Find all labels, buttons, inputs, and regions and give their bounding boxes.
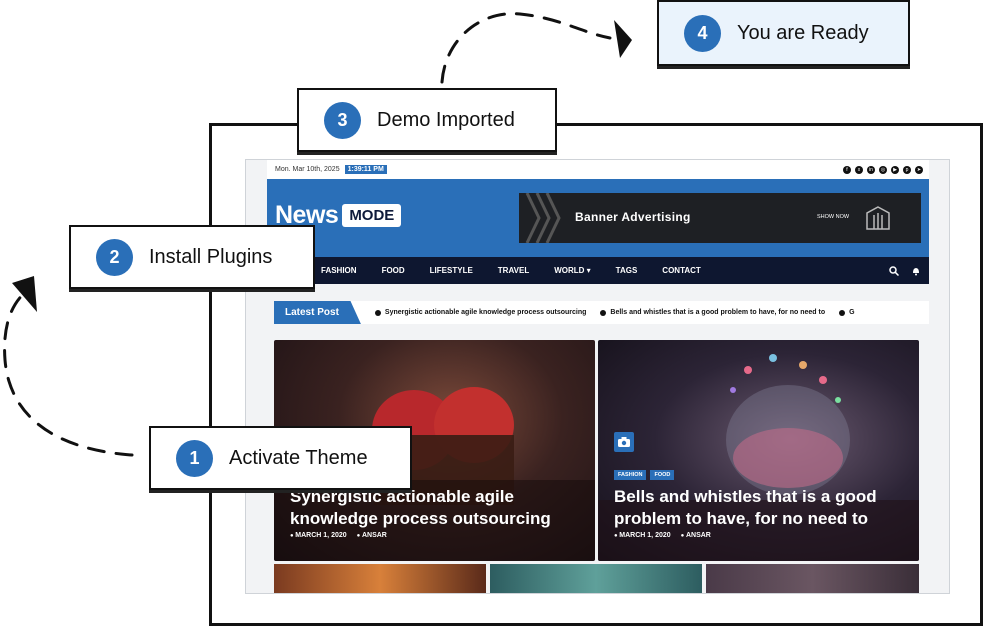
telegram-icon[interactable]: ➤: [915, 165, 923, 174]
banner-ad[interactable]: Banner Advertising SHOW NOW: [519, 193, 921, 243]
top-bar: Mon. Mar 10th, 2025 1:39:11 PM f x in ◎ …: [267, 160, 929, 179]
post-thumbnail[interactable]: [490, 564, 702, 593]
step-label: Activate Theme: [229, 446, 368, 469]
arrowhead-icon: [12, 276, 37, 312]
step-demo-imported: 3 Demo Imported: [297, 88, 557, 152]
card-headline[interactable]: Bells and whistles that is a good proble…: [614, 486, 904, 530]
current-date: Mon. Mar 10th, 2025: [275, 166, 340, 173]
step-number: 2: [96, 238, 133, 276]
site-header: News MODE Banner Advertising SHOW NOW: [267, 179, 929, 257]
arrowhead-icon: [614, 20, 632, 58]
nav-item-travel[interactable]: TRAVEL: [498, 266, 529, 275]
tag-fashion[interactable]: FASHION: [614, 470, 647, 480]
nav-items: FASHION FOOD LIFESTYLE TRAVEL WORLD ▾ TA…: [321, 266, 726, 275]
bell-icon[interactable]: [911, 266, 921, 276]
step-number: 4: [684, 14, 721, 52]
facebook-icon[interactable]: f: [843, 165, 851, 174]
tag-food[interactable]: FOOD: [650, 470, 675, 480]
featured-post-card[interactable]: FASHION FOOD Bells and whistles that is …: [598, 340, 919, 561]
current-time: 1:39:11 PM: [344, 165, 387, 174]
card-meta: MARCH 1, 2020 ANSAR: [290, 532, 387, 539]
search-icon[interactable]: [889, 265, 899, 276]
ticker-bullet-icon: [600, 309, 607, 316]
ticker-item[interactable]: G: [839, 309, 855, 316]
nav-item-contact[interactable]: CONTACT: [662, 266, 701, 275]
step-label: Install Plugins: [149, 245, 273, 268]
card-headline[interactable]: Synergistic actionable agile knowledge p…: [290, 486, 580, 530]
step-install-plugins: 2 Install Plugins: [69, 225, 315, 289]
nav-item-lifestyle[interactable]: LIFESTYLE: [430, 266, 473, 275]
card-author[interactable]: ANSAR: [357, 532, 387, 539]
nav-icons: [889, 265, 921, 276]
nav-item-food[interactable]: FOOD: [382, 266, 405, 275]
instagram-icon[interactable]: ◎: [879, 165, 887, 174]
card-author[interactable]: ANSAR: [681, 532, 711, 539]
nav-item-world[interactable]: WORLD ▾: [554, 266, 590, 275]
banner-show-now[interactable]: SHOW NOW: [817, 214, 849, 220]
pinterest-icon[interactable]: p: [903, 165, 911, 174]
youtube-icon[interactable]: ▶: [891, 165, 899, 174]
x-icon[interactable]: x: [855, 165, 863, 174]
post-thumbnail[interactable]: [274, 564, 486, 593]
website-preview: Mon. Mar 10th, 2025 1:39:11 PM f x in ◎ …: [245, 159, 950, 594]
step-number: 1: [176, 439, 213, 477]
main-nav: FASHION FOOD LIFESTYLE TRAVEL WORLD ▾ TA…: [267, 257, 929, 284]
social-icons: f x in ◎ ▶ p ➤: [843, 165, 923, 174]
nav-item-fashion[interactable]: FASHION: [321, 266, 357, 275]
ticker-bullet-icon: [374, 309, 381, 316]
step-number: 3: [324, 101, 361, 139]
chevrons-icon: [525, 193, 561, 243]
banner-title: Banner Advertising: [575, 210, 691, 224]
step-label: Demo Imported: [377, 108, 515, 131]
nav-item-tags[interactable]: TAGS: [616, 266, 638, 275]
card-date: MARCH 1, 2020: [290, 532, 346, 539]
step-label: You are Ready: [737, 21, 869, 44]
step-you-are-ready: 4 You are Ready: [657, 0, 910, 66]
ticker-bullet-icon: [839, 309, 846, 316]
post-thumbnail[interactable]: [706, 564, 919, 593]
camera-icon[interactable]: [614, 432, 634, 452]
ticker-label: Latest Post: [274, 301, 361, 324]
card-date: MARCH 1, 2020: [614, 532, 670, 539]
latest-post-ticker: Latest Post Synergistic actionable agile…: [274, 301, 929, 324]
linkedin-icon[interactable]: in: [867, 165, 875, 174]
card-tags: FASHION FOOD: [614, 470, 675, 480]
banner-logo-icon: [866, 206, 890, 230]
step-activate-theme: 1 Activate Theme: [149, 426, 412, 490]
card-meta: MARCH 1, 2020 ANSAR: [614, 532, 711, 539]
logo-mode: MODE: [342, 204, 402, 227]
ticker-item[interactable]: Synergistic actionable agile knowledge p…: [374, 309, 586, 316]
ticker-item[interactable]: Bells and whistles that is a good proble…: [600, 309, 825, 316]
